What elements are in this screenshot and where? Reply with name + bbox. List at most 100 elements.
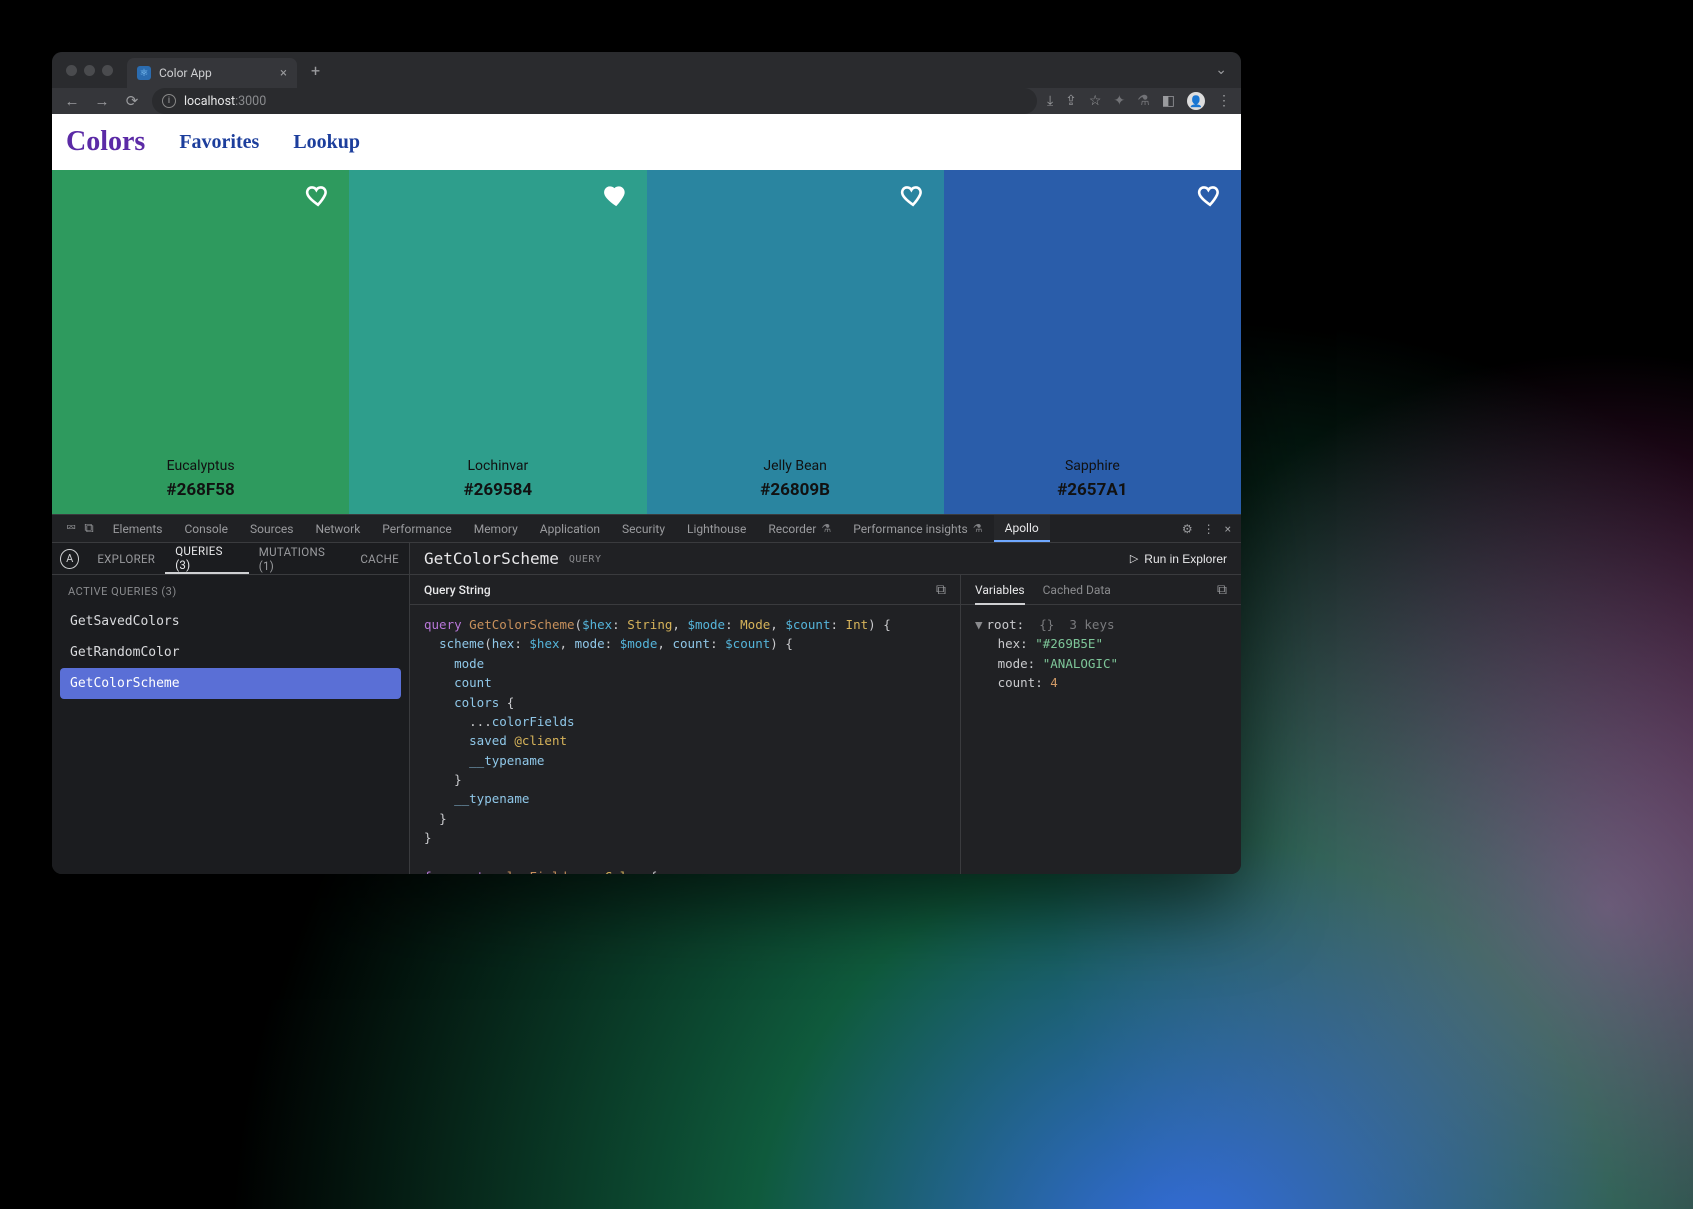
inspect-icon[interactable]: ⮹: [66, 521, 76, 536]
devtools-tab-console[interactable]: Console: [173, 515, 239, 542]
share-icon[interactable]: ⇪: [1065, 93, 1077, 109]
query-item[interactable]: GetColorScheme: [60, 668, 401, 699]
devtools-tab-lighthouse[interactable]: Lighthouse: [676, 515, 757, 542]
app-logo[interactable]: Colors: [66, 126, 145, 158]
color-swatch: Jelly Bean #26809B: [647, 170, 944, 514]
install-icon[interactable]: ⤓: [1047, 93, 1053, 109]
devtools-tab-security[interactable]: Security: [611, 515, 676, 542]
swatch-hex: #26809B: [760, 480, 830, 500]
devtools-body: A EXPLORER QUERIES (3) MUTATIONS (1) CAC…: [52, 543, 1241, 874]
devtools-tab-performance-insights[interactable]: Performance insights⚗: [842, 515, 993, 542]
apollo-detail-panel: GetColorScheme QUERY ▷ Run in Explorer Q…: [410, 543, 1241, 874]
menu-icon[interactable]: ⋮: [1217, 93, 1231, 109]
devtools-tab-performance[interactable]: Performance: [371, 515, 462, 542]
run-in-explorer-label: Run in Explorer: [1144, 552, 1227, 566]
apollo-query-list: GetSavedColors GetRandomColor GetColorSc…: [52, 606, 409, 699]
traffic-close[interactable]: [66, 65, 77, 76]
run-in-explorer-button[interactable]: ▷ Run in Explorer: [1130, 552, 1227, 566]
tab-close-icon[interactable]: ×: [280, 66, 287, 81]
swatch-hex: #269584: [464, 480, 533, 500]
tab-title: Color App: [159, 66, 212, 80]
operation-kind: QUERY: [569, 554, 602, 565]
swatch-hex: #268F58: [167, 480, 235, 500]
back-button[interactable]: ←: [62, 92, 82, 110]
swatch-row: Eucalyptus #268F58 Lochinvar #269584 Jel…: [52, 170, 1241, 514]
devtools-tabstrip: ⮹ ⧉ ElementsConsoleSourcesNetworkPerform…: [52, 515, 1241, 543]
apollo-detail-header: GetColorScheme QUERY ▷ Run in Explorer: [410, 543, 1241, 575]
url-input[interactable]: i localhost:3000: [152, 88, 1037, 114]
devtools-tab-apollo[interactable]: Apollo: [994, 515, 1050, 542]
settings-icon[interactable]: ⚙: [1182, 522, 1193, 536]
profile-icon[interactable]: 👤: [1187, 92, 1205, 110]
apollo-left-panel: A EXPLORER QUERIES (3) MUTATIONS (1) CAC…: [52, 543, 410, 874]
close-devtools-icon[interactable]: ×: [1225, 522, 1231, 536]
query-string-column: Query String ⧉ query GetColorScheme($hex…: [410, 575, 961, 874]
browser-tab[interactable]: ⚛ Color App ×: [127, 58, 297, 88]
reload-button[interactable]: ⟳: [122, 92, 142, 110]
heart-icon[interactable]: [603, 182, 629, 208]
devtools-tab-application[interactable]: Application: [529, 515, 611, 542]
url-host: localhost: [184, 94, 235, 109]
bookmark-icon[interactable]: ☆: [1089, 93, 1102, 109]
copy-icon[interactable]: ⧉: [936, 582, 946, 598]
swatch-name: Sapphire: [1065, 458, 1120, 474]
tab-strip: ⚛ Color App × + ⌄: [52, 52, 1241, 88]
toolbar-icons: ⤓ ⇪ ☆ ✦ ⚗ ◧ 👤 ⋮: [1047, 92, 1231, 110]
heart-icon[interactable]: [1197, 182, 1223, 208]
heart-icon[interactable]: [305, 182, 331, 208]
query-item[interactable]: GetSavedColors: [60, 606, 401, 637]
app-header: Colors Favorites Lookup: [52, 114, 1241, 170]
apollo-subtab-mutations[interactable]: MUTATIONS (1): [249, 543, 351, 574]
variables-code[interactable]: ▼root: {} 3 keys hex: "#269B5E" mode: "A…: [961, 605, 1241, 874]
query-string-label: Query String: [424, 583, 491, 597]
devtools-tab-sources[interactable]: Sources: [239, 515, 304, 542]
swatch-hex: #2657A1: [1057, 480, 1127, 500]
traffic-minimize[interactable]: [84, 65, 95, 76]
variables-tab[interactable]: Variables: [975, 583, 1025, 605]
active-queries-header: ACTIVE QUERIES (3): [52, 575, 409, 606]
query-string-code[interactable]: query GetColorScheme($hex: String, $mode…: [410, 605, 960, 874]
traffic-lights: [60, 65, 119, 76]
forward-button[interactable]: →: [92, 92, 112, 110]
devtools-tab-network[interactable]: Network: [304, 515, 371, 542]
tabs-dropdown-icon[interactable]: ⌄: [1215, 62, 1233, 78]
heart-icon[interactable]: [900, 182, 926, 208]
nav-lookup[interactable]: Lookup: [293, 131, 360, 154]
play-icon: ▷: [1130, 552, 1138, 565]
swatch-name: Lochinvar: [468, 458, 529, 474]
browser-window: ⚛ Color App × + ⌄ ← → ⟳ i localhost:3000…: [52, 52, 1241, 874]
apollo-subtab-cache[interactable]: CACHE: [350, 543, 409, 574]
labs-icon[interactable]: ⚗: [1137, 93, 1150, 109]
operation-name: GetColorScheme: [424, 549, 559, 568]
apollo-subtab-explorer[interactable]: EXPLORER: [87, 543, 165, 574]
cached-data-tab[interactable]: Cached Data: [1043, 583, 1111, 597]
apollo-subtabs: A EXPLORER QUERIES (3) MUTATIONS (1) CAC…: [52, 543, 409, 575]
devtools-tab-elements[interactable]: Elements: [102, 515, 174, 542]
devtools: ⮹ ⧉ ElementsConsoleSourcesNetworkPerform…: [52, 514, 1241, 874]
new-tab-button[interactable]: +: [305, 61, 326, 80]
site-info-icon[interactable]: i: [162, 94, 176, 108]
query-item[interactable]: GetRandomColor: [60, 637, 401, 668]
panel-icon[interactable]: ◧: [1162, 93, 1175, 109]
apollo-logo-icon: A: [60, 549, 79, 569]
devtools-tab-memory[interactable]: Memory: [463, 515, 529, 542]
url-path: :3000: [235, 94, 266, 109]
address-bar: ← → ⟳ i localhost:3000 ⤓ ⇪ ☆ ✦ ⚗ ◧ 👤 ⋮: [52, 88, 1241, 114]
color-swatch: Eucalyptus #268F58: [52, 170, 349, 514]
flask-icon: ⚗: [973, 522, 983, 535]
device-icon[interactable]: ⧉: [84, 521, 93, 536]
extensions-icon[interactable]: ✦: [1113, 93, 1125, 109]
react-favicon: ⚛: [137, 66, 151, 80]
color-swatch: Lochinvar #269584: [349, 170, 646, 514]
copy-icon[interactable]: ⧉: [1217, 582, 1227, 598]
flask-icon: ⚗: [821, 522, 831, 535]
apollo-subtab-queries[interactable]: QUERIES (3): [165, 543, 249, 574]
nav-favorites[interactable]: Favorites: [179, 131, 259, 154]
more-icon[interactable]: ⋮: [1203, 522, 1215, 536]
traffic-zoom[interactable]: [102, 65, 113, 76]
devtools-tab-recorder[interactable]: Recorder⚗: [757, 515, 842, 542]
query-string-header: Query String ⧉: [410, 575, 960, 605]
app-page: Colors Favorites Lookup Eucalyptus #268F…: [52, 114, 1241, 514]
variables-column: Variables Cached Data ⧉ ▼root: {} 3 keys…: [961, 575, 1241, 874]
swatch-name: Eucalyptus: [167, 458, 235, 474]
